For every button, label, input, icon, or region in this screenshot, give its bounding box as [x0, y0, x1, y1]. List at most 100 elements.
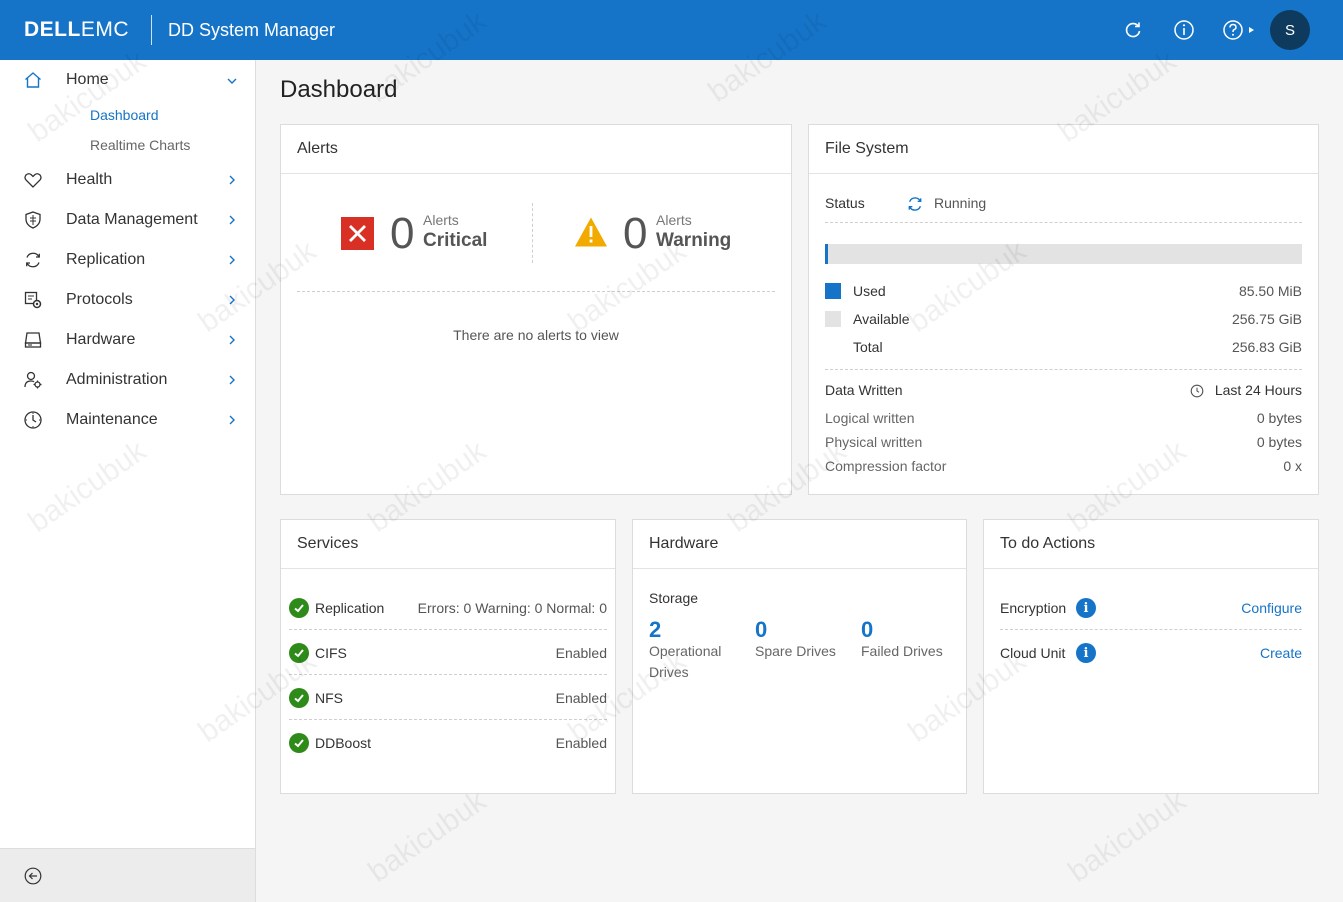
sidebar-item-label: Hardware — [66, 331, 136, 348]
failed-drives-count[interactable]: 0 — [861, 617, 873, 643]
sidebar-footer — [0, 848, 255, 902]
todo-actions-card-title: To do Actions — [984, 520, 1318, 569]
check-circle-icon — [289, 733, 309, 753]
sidebar-item-label: Maintenance — [66, 411, 158, 428]
chevron-right-icon — [229, 175, 235, 185]
info-alert-icon[interactable] — [1172, 18, 1196, 42]
critical-label: Critical — [423, 230, 488, 251]
operational-drives-label: Operational Drives — [649, 643, 722, 680]
protocols-icon — [23, 290, 43, 310]
failed-drives-label: Failed Drives — [861, 643, 943, 659]
sidebar-item-replication[interactable]: Replication — [0, 240, 255, 280]
fs-separator — [825, 369, 1302, 370]
sidebar-subitem-realtime-charts[interactable]: Realtime Charts — [90, 137, 190, 153]
file-system-card-title: File System — [809, 125, 1318, 174]
service-name[interactable]: CIFS — [315, 645, 347, 661]
check-circle-icon — [289, 688, 309, 708]
available-legend-swatch — [825, 311, 841, 327]
compression-factor-value: 0 x — [1283, 458, 1302, 474]
watermark: bakicubuk — [362, 784, 493, 889]
chevron-right-icon — [229, 295, 235, 305]
service-row-ddboost: DDBoost Enabled — [289, 720, 607, 765]
warning-alert-count[interactable]: 0 — [623, 209, 647, 259]
service-status: Errors: 0 Warning: 0 Normal: 0 — [417, 600, 607, 616]
capacity-bar — [825, 244, 1302, 264]
sidebar-item-label: Health — [66, 171, 113, 188]
sidebar-item-label: Data Management — [66, 211, 198, 228]
alerts-card: Alerts 0 Alerts Critical 0 Alerts Warnin… — [280, 124, 792, 495]
sidebar-item-health[interactable]: Health — [0, 160, 255, 200]
warning-triangle-icon — [575, 217, 607, 247]
sidebar-item-label: Home — [66, 71, 109, 88]
total-value: 256.83 GiB — [1231, 339, 1302, 355]
sidebar-item-administration[interactable]: Administration — [0, 360, 255, 400]
sidebar-item-hardware[interactable]: Hardware — [0, 320, 255, 360]
refresh-icon[interactable] — [1121, 18, 1145, 42]
shield-icon — [23, 210, 43, 230]
sidebar-item-protocols[interactable]: Protocols — [0, 280, 255, 320]
watermark: bakicubuk — [1062, 784, 1193, 889]
service-status: Enabled — [555, 690, 607, 706]
chevron-right-icon — [229, 415, 235, 425]
sidebar-item-label: Replication — [66, 251, 146, 268]
top-bar: DELLEMC DD System Manager S — [0, 0, 1343, 60]
service-name[interactable]: Replication — [315, 600, 384, 616]
todo-row-cloud-unit: Cloud Unit i Create — [1000, 630, 1302, 675]
dell-emc-logo: DELLEMC — [24, 18, 129, 41]
configure-link[interactable]: Configure — [1241, 600, 1302, 616]
hardware-card-title: Hardware — [633, 520, 966, 569]
header-divider — [151, 15, 152, 45]
service-name[interactable]: DDBoost — [315, 735, 371, 751]
file-system-card: File System Status Running Used 85.50 Mi… — [808, 124, 1319, 495]
warning-alerts-caption: Alerts — [656, 212, 692, 228]
operational-drives-count[interactable]: 2 — [649, 617, 661, 643]
create-link[interactable]: Create — [1260, 645, 1302, 661]
running-sync-icon — [908, 197, 922, 211]
logical-written-label: Logical written — [825, 410, 915, 426]
warning-label: Warning — [656, 230, 732, 251]
service-row-nfs: NFS Enabled — [289, 675, 607, 720]
alerts-divider — [532, 203, 533, 263]
help-menu-icon[interactable] — [1222, 18, 1258, 42]
service-status: Enabled — [555, 735, 607, 751]
collapse-sidebar-icon[interactable] — [24, 867, 42, 885]
sidebar-subitem-dashboard[interactable]: Dashboard — [90, 107, 159, 123]
service-row-cifs: CIFS Enabled — [289, 630, 607, 675]
service-status: Enabled — [555, 645, 607, 661]
used-label: Used — [853, 283, 886, 299]
user-avatar[interactable]: S — [1270, 10, 1310, 50]
storage-section-label: Storage — [649, 590, 699, 606]
todo-name: Cloud Unit — [1000, 645, 1066, 661]
service-name[interactable]: NFS — [315, 690, 343, 706]
chevron-right-icon — [229, 215, 235, 225]
home-icon — [23, 70, 43, 90]
total-label: Total — [853, 339, 883, 355]
status-value: Running — [934, 195, 987, 211]
info-icon[interactable]: i — [1076, 598, 1096, 618]
drive-icon — [23, 330, 43, 350]
spare-drives-label: Spare Drives — [755, 643, 836, 659]
chevron-down-icon — [227, 78, 237, 84]
sidebar-item-data-management[interactable]: Data Management — [0, 200, 255, 240]
no-alerts-message: There are no alerts to view — [453, 327, 619, 343]
time-period-selector[interactable]: Last 24 Hours — [1215, 382, 1302, 398]
services-card-title: Services — [281, 520, 615, 569]
service-row-replication: Replication Errors: 0 Warning: 0 Normal:… — [289, 585, 607, 630]
refresh-icon — [23, 250, 43, 270]
sidebar: Home Dashboard Realtime Charts Health Da… — [0, 60, 256, 902]
physical-written-label: Physical written — [825, 434, 923, 450]
alerts-separator — [297, 291, 775, 292]
sidebar-item-label: Protocols — [66, 291, 133, 308]
status-label: Status — [825, 195, 865, 211]
info-icon[interactable]: i — [1076, 643, 1096, 663]
sidebar-item-home[interactable]: Home — [0, 60, 255, 100]
critical-alerts-caption: Alerts — [423, 212, 459, 228]
check-circle-icon — [289, 643, 309, 663]
compression-factor-label: Compression factor — [825, 458, 947, 474]
todo-actions-card: To do Actions Encryption i Configure Clo… — [983, 519, 1319, 794]
app-title: DD System Manager — [168, 20, 336, 40]
spare-drives-count[interactable]: 0 — [755, 617, 767, 643]
critical-alert-count[interactable]: 0 — [390, 209, 414, 259]
sidebar-item-maintenance[interactable]: Maintenance — [0, 400, 255, 440]
available-label: Available — [853, 311, 910, 327]
